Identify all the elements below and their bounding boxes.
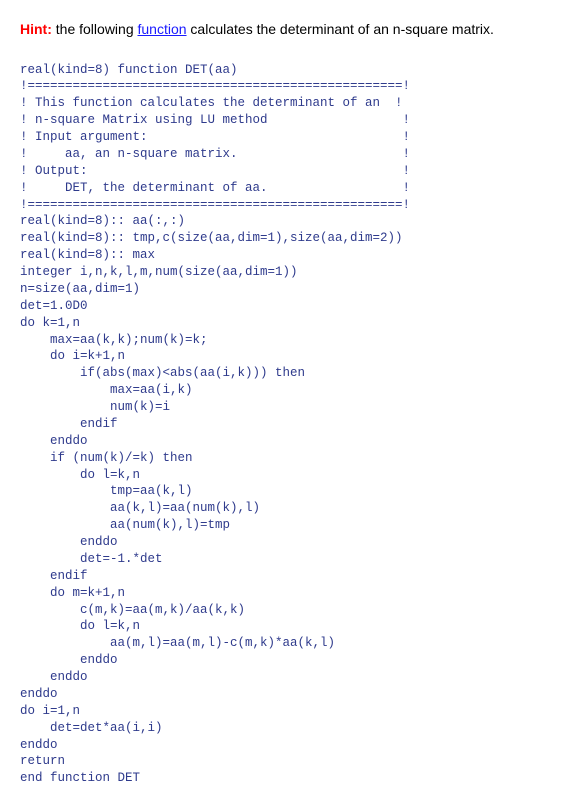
hint-text-before: the following <box>52 21 138 37</box>
hint-line: Hint: the following function calculates … <box>20 20 541 40</box>
hint-label: Hint: <box>20 21 52 37</box>
hint-text-after: calculates the determinant of an n-squar… <box>187 21 494 37</box>
code-block: real(kind=8) function DET(aa) !=========… <box>20 62 541 788</box>
function-link[interactable]: function <box>138 21 187 37</box>
